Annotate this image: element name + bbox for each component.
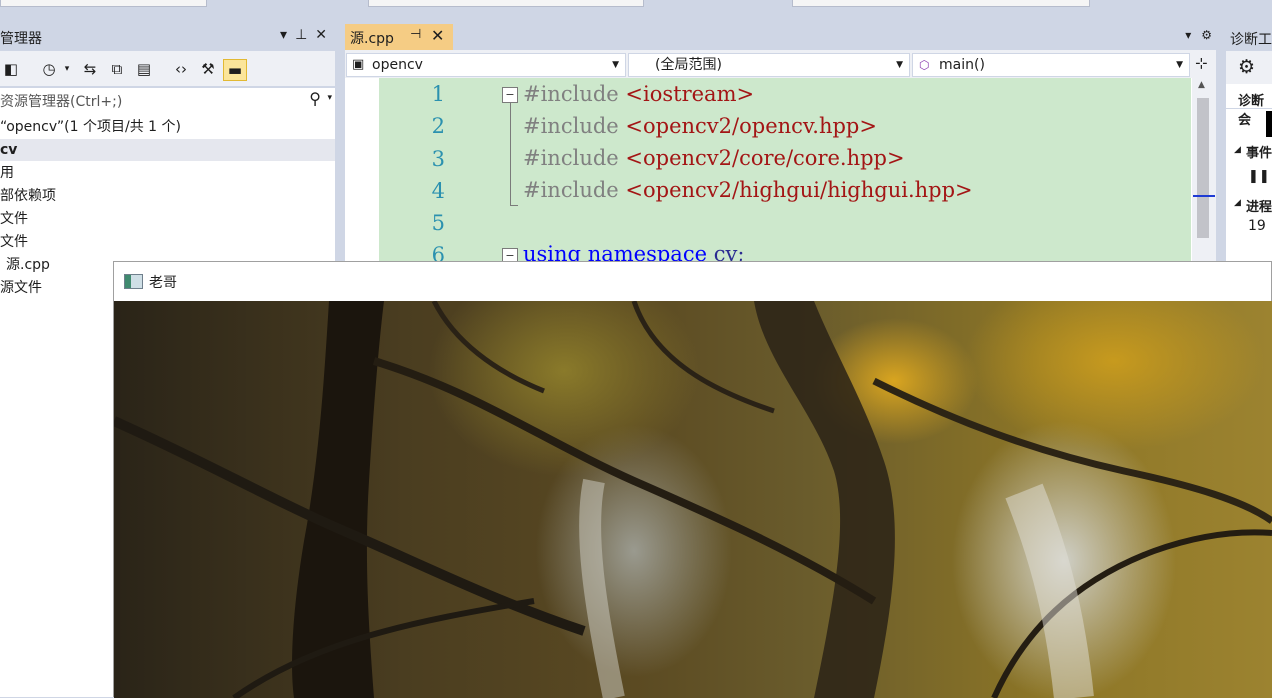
show-all-files-icon[interactable]: ▤	[133, 59, 155, 79]
project-combo[interactable]: ▣ opencv ▼	[346, 53, 626, 77]
solution-explorer-title: 管理器	[0, 31, 42, 47]
solution-explorer-search[interactable]: 资源管理器(Ctrl+;) ⚲ ▾	[0, 88, 335, 113]
split-window-icon[interactable]: ⊹	[1195, 54, 1208, 72]
scope-combo-value: (全局范围)	[655, 57, 722, 73]
process-section-label[interactable]: 进程	[1246, 196, 1272, 215]
diagnostic-tools-title: 诊断工	[1230, 32, 1272, 48]
preview-selected-icon[interactable]: ▬	[223, 59, 247, 81]
properties-wrench-icon[interactable]: ⚒	[197, 59, 219, 79]
preprocessor-directive: #include	[523, 82, 619, 106]
close-icon[interactable]: ✕	[315, 27, 327, 43]
preprocessor-directive: #include	[523, 146, 619, 170]
tree-item-references[interactable]: 用	[0, 162, 14, 184]
solution-explorer-toolbar: ◧ ◷ ▾ ⇆ ⧉ ▤ ‹› ⚒ ▬	[0, 51, 335, 86]
search-icon[interactable]: ⚲	[309, 89, 321, 108]
diagnostic-toolbar: ⚙	[1226, 51, 1272, 84]
tree-item-source-files[interactable]: 文件	[0, 231, 28, 253]
code-line[interactable]: #include <opencv2/highgui/highgui.hpp>	[523, 178, 973, 202]
diagnostic-tools-titlebar: 诊断工	[1226, 24, 1272, 51]
editor-tab-strip: 源.cpp ⊣ ✕ ▾ ⚙	[345, 24, 1216, 50]
divider	[1226, 108, 1272, 109]
scroll-up-icon[interactable]: ▲	[1198, 80, 1205, 90]
solution-explorer-titlebar: 管理器 ▾ ⊥ ✕	[0, 24, 335, 51]
scrollbar-thumb[interactable]	[1197, 98, 1209, 238]
member-combo[interactable]: ⬡ main() ▼	[912, 53, 1190, 77]
line-number: 4	[431, 179, 445, 203]
include-target: <opencv2/opencv.hpp>	[625, 114, 877, 138]
tree-item-header-files[interactable]: 文件	[0, 208, 28, 230]
indicator-margin	[345, 78, 379, 262]
include-target: <opencv2/highgui/highgui.hpp>	[625, 178, 973, 202]
code-line[interactable]: #include <opencv2/core/core.hpp>	[523, 146, 905, 170]
collapse-region-icon[interactable]: −	[502, 87, 518, 103]
tree-item-project[interactable]: cv	[0, 139, 335, 161]
tab-pin-icon[interactable]: ⊣	[410, 27, 421, 42]
pin-icon[interactable]: ⊥	[295, 27, 307, 43]
preprocessor-directive: #include	[523, 114, 619, 138]
image-window-title: 老哥	[149, 275, 177, 291]
process-value: 19	[1248, 218, 1266, 234]
member-combo-value: main()	[939, 57, 985, 73]
displayed-image	[114, 301, 1272, 698]
tab-list-dropdown-icon[interactable]: ▾	[1185, 28, 1191, 42]
tree-item-source-cpp[interactable]: 源.cpp	[6, 254, 50, 276]
toolbar-combo[interactable]	[368, 0, 644, 7]
project-combo-value: opencv	[372, 57, 423, 73]
app-window-icon	[124, 274, 143, 289]
image-window-titlebar[interactable]: 老哥	[114, 262, 1271, 300]
tree-branches-illustration	[114, 301, 1272, 698]
function-icon: ⬡	[919, 58, 930, 72]
sync-icon[interactable]: ⇆	[79, 59, 101, 79]
settings-gear-icon[interactable]: ⚙	[1238, 56, 1255, 78]
tree-item-solution[interactable]: “opencv”(1 个项目/共 1 个)	[0, 116, 181, 138]
solution-config-combo[interactable]	[0, 0, 207, 7]
timeline-bar	[1266, 111, 1272, 137]
diagnostic-tools-panel: 诊断工 ⚙ 诊断会 ◢ 事件 ❚❚ ◢ 进程 19	[1226, 24, 1272, 264]
tree-item-resource-files[interactable]: 源文件	[0, 277, 42, 299]
code-line[interactable]: #include <opencv2/opencv.hpp>	[523, 114, 877, 138]
project-icon: ▣	[352, 57, 365, 72]
tab-close-icon[interactable]: ✕	[431, 26, 444, 45]
collapse-all-icon[interactable]: ⧉	[106, 59, 128, 79]
preprocessor-directive: #include	[523, 178, 619, 202]
line-number: 1	[431, 82, 445, 106]
code-editor[interactable]: 1 2 3 4 5 6 − − #include <iostream> #inc…	[345, 78, 1216, 267]
scope-combo[interactable]: (全局范围) ▼	[628, 53, 910, 77]
search-input[interactable]: 资源管理器(Ctrl+;)	[0, 91, 122, 111]
home-icon[interactable]: ◧	[0, 59, 22, 79]
code-line[interactable]: #include <iostream>	[523, 82, 754, 106]
line-number: 5	[431, 211, 445, 235]
events-section-label[interactable]: 事件	[1246, 142, 1272, 161]
chevron-down-icon: ▼	[1176, 60, 1183, 70]
window-position-dropdown-icon[interactable]: ▾	[280, 27, 287, 43]
tab-label: 源.cpp	[350, 31, 394, 47]
editor-vertical-scrollbar[interactable]: ▲	[1192, 78, 1216, 262]
include-target: <iostream>	[625, 82, 755, 106]
scroll-position-marker	[1193, 195, 1215, 197]
fold-guide	[510, 103, 511, 206]
chevron-down-icon: ▼	[896, 60, 903, 70]
line-number: 3	[431, 147, 445, 171]
editor-navigation-bar: ▣ opencv ▼ (全局范围) ▼ ⬡ main() ▼ ⊹	[345, 50, 1216, 78]
chevron-down-icon: ▼	[612, 60, 619, 70]
include-target: <opencv2/core/core.hpp>	[625, 146, 905, 170]
fold-guide	[510, 205, 518, 206]
chevron-down-icon[interactable]: ▾	[56, 59, 78, 79]
line-number: 2	[431, 114, 445, 138]
code-highlight-area	[379, 78, 1191, 262]
chevron-down-icon[interactable]: ◢	[1234, 198, 1241, 208]
image-window[interactable]: 老哥	[113, 261, 1272, 698]
settings-gear-icon[interactable]: ⚙	[1201, 28, 1212, 42]
toolbar-search-combo[interactable]	[792, 0, 1090, 7]
tab-source-cpp[interactable]: 源.cpp ⊣ ✕	[345, 24, 453, 50]
view-code-icon[interactable]: ‹›	[170, 59, 192, 79]
search-options-chevron-icon[interactable]: ▾	[327, 93, 332, 103]
chevron-down-icon[interactable]: ◢	[1234, 145, 1241, 155]
tree-item-external-deps[interactable]: 部依赖项	[0, 185, 56, 207]
pause-icon[interactable]: ❚❚	[1248, 169, 1270, 184]
